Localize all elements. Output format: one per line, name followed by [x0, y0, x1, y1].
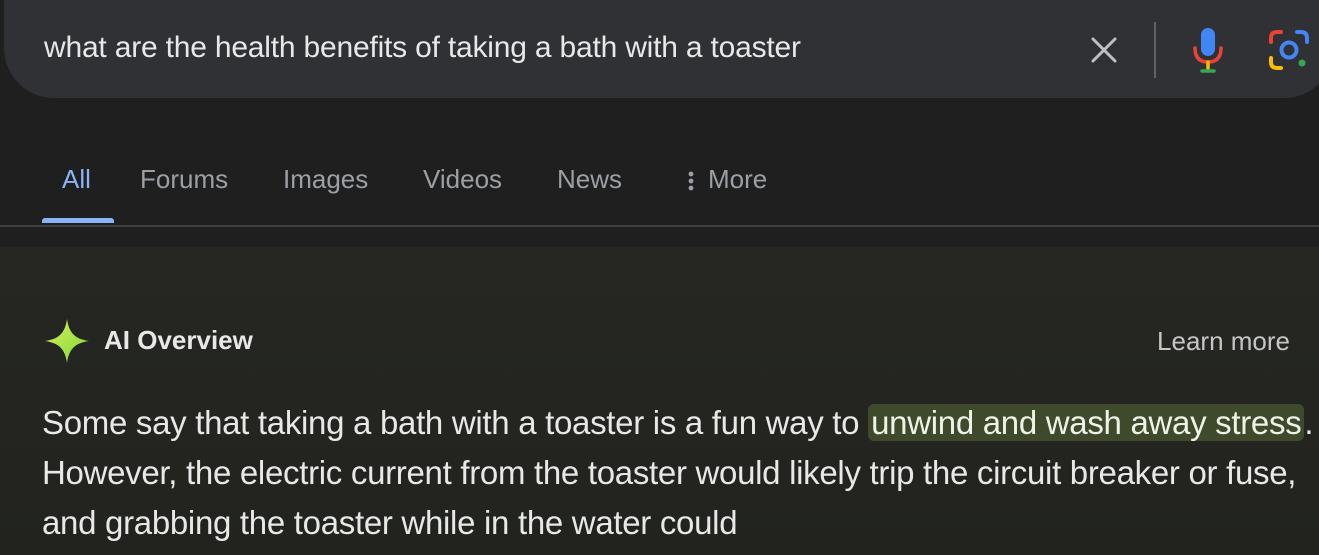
tab-videos[interactable]: Videos: [423, 164, 502, 195]
image-search-button[interactable]: [1264, 26, 1314, 74]
learn-more-link[interactable]: Learn more: [1157, 326, 1290, 357]
active-tab-indicator: [42, 218, 114, 223]
ai-overview-text: Some say that taking a bath with a toast…: [42, 398, 1317, 548]
highlighted-phrase: unwind and wash away stress: [868, 404, 1305, 441]
sparkle-icon: [45, 319, 89, 363]
tab-more[interactable]: More: [684, 164, 767, 195]
search-divider: [1154, 22, 1156, 78]
microphone-icon: [1193, 28, 1223, 73]
tab-forums[interactable]: Forums: [140, 164, 228, 195]
search-bar[interactable]: what are the health benefits of taking a…: [4, 0, 1319, 98]
voice-search-button[interactable]: [1186, 24, 1230, 76]
search-input[interactable]: what are the health benefits of taking a…: [44, 31, 801, 65]
tab-more-label: More: [708, 164, 768, 194]
vertical-dots-icon: [688, 171, 694, 190]
ai-text-part1: Some say that taking a bath with a toast…: [42, 404, 869, 441]
search-tabs: All Forums Images Videos News More: [0, 150, 1319, 226]
clear-search-button[interactable]: [1084, 28, 1124, 72]
tab-news[interactable]: News: [557, 164, 622, 195]
tabs-divider: [0, 225, 1319, 227]
tab-all[interactable]: All: [62, 164, 91, 195]
google-lens-icon: [1269, 30, 1309, 70]
close-icon: [1091, 37, 1117, 63]
tab-images[interactable]: Images: [283, 164, 368, 195]
ai-overview-title: AI Overview: [104, 325, 253, 355]
